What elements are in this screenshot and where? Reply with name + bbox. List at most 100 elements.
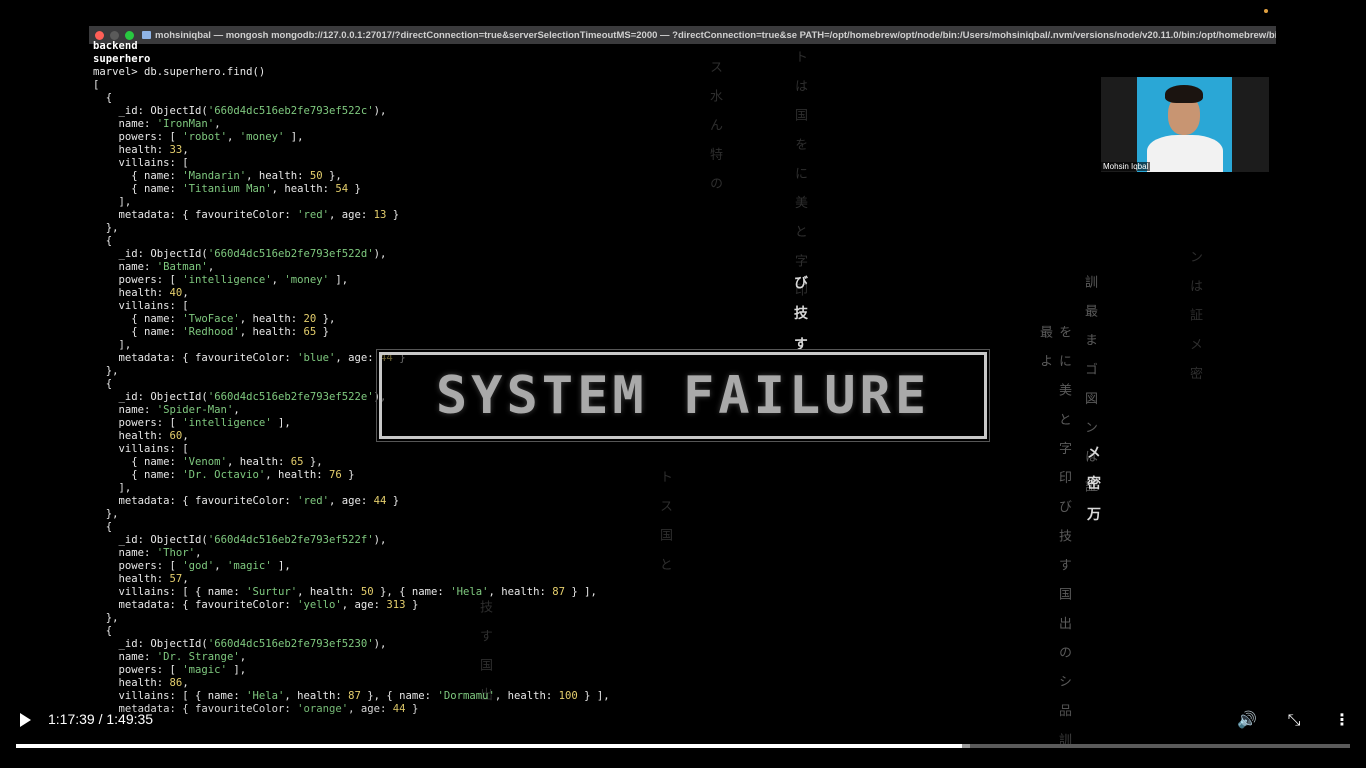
terminal-token: 76 (329, 469, 342, 481)
terminal-token: , (182, 287, 189, 299)
terminal-token: powers: [ (93, 274, 183, 286)
exit-fullscreen-icon[interactable]: ⤡ (1285, 711, 1303, 729)
terminal-token: 'IronMan' (156, 118, 215, 130)
terminal-token: name: (93, 118, 157, 130)
terminal-token: { (93, 378, 113, 390)
terminal-token: ], (271, 417, 291, 429)
terminal-token: , (182, 677, 189, 689)
terminal-token: { (93, 521, 113, 533)
terminal-token: 'god' (182, 560, 215, 572)
terminal-token: 54 (335, 183, 349, 195)
terminal-token: }, (303, 456, 323, 468)
terminal-token: , age: (335, 352, 381, 364)
terminal-token: , age: (341, 599, 387, 611)
terminal-line: health: 86, (93, 677, 610, 690)
terminal-token: metadata: { favouriteColor: (93, 209, 298, 221)
progress-bar[interactable] (16, 744, 1350, 748)
terminal-token: _id: ObjectId( (93, 638, 208, 650)
terminal-token: ], (93, 482, 132, 494)
terminal-token: 'money' (239, 131, 285, 143)
terminal-token: 86 (169, 677, 183, 689)
volume-icon[interactable]: 🔊 (1237, 711, 1257, 729)
close-window-button[interactable] (95, 30, 104, 40)
terminal-line: }, (93, 612, 610, 625)
terminal-token: 50 (360, 586, 374, 598)
system-failure-text: SYSTEM FAILURE (435, 365, 931, 426)
terminal-token: 'blue' (297, 352, 336, 364)
matrix-column: ン は 証 メ 密 (1187, 250, 1202, 386)
terminal-token: , (226, 131, 240, 143)
terminal-line: villains: [ (93, 300, 610, 313)
terminal-token: 'Venom' (182, 456, 227, 468)
terminal-title: mohsiniqbal — mongosh mongodb://127.0.0.… (155, 29, 1276, 41)
terminal-token: ), (373, 248, 387, 260)
terminal-token: metadata: { favouriteColor: (93, 495, 298, 507)
terminal-token: , age: (329, 495, 374, 507)
terminal-token: } (316, 326, 330, 338)
terminal-line: _id: ObjectId('660d4dc516eb2fe793ef5230'… (93, 638, 610, 651)
more-options-icon[interactable]: ⋮ (1333, 711, 1351, 729)
terminal-line: { name: 'Venom', health: 65 }, (93, 456, 610, 469)
terminal-token: 'Titanium Man' (182, 183, 272, 195)
terminal-token: , health: (246, 170, 310, 182)
terminal-token: 'Redhood' (182, 326, 240, 338)
terminal-token: 'intelligence' (182, 417, 272, 429)
terminal-token: '660d4dc516eb2fe793ef522c' (207, 105, 374, 117)
terminal-token: ), (373, 638, 387, 650)
terminal-line: health: 40, (93, 287, 610, 300)
terminal-line: }, (93, 222, 610, 235)
terminal-line: name: 'Batman', (93, 261, 610, 274)
terminal-token: 50 (309, 170, 323, 182)
terminal-token: powers: [ (93, 664, 183, 676)
terminal-line: { (93, 92, 610, 105)
terminal-token: 'Batman' (156, 261, 208, 273)
terminal-token: _id: ObjectId( (93, 105, 208, 117)
terminal-token: 13 (373, 209, 387, 221)
minimize-window-button[interactable] (110, 30, 119, 40)
matrix-column: ス 水 ん 特 の (707, 60, 722, 196)
terminal-token: villains: [ (93, 443, 189, 455)
terminal-token: 'yello' (297, 599, 342, 611)
terminal-token: ), (373, 534, 387, 546)
terminal-token: 'robot' (182, 131, 227, 143)
terminal-token: 'TwoFace' (182, 313, 240, 325)
terminal-token: villains: [ (93, 300, 189, 312)
terminal-token: 313 (386, 599, 406, 611)
terminal-token: { (93, 625, 113, 637)
terminal-token: , health: (265, 469, 329, 481)
presenter-hair (1165, 85, 1203, 103)
terminal-token: { name: (93, 326, 183, 338)
terminal-token: ], (93, 339, 132, 351)
terminal-token: 'Mandarin' (182, 170, 247, 182)
matrix-column: ト ス 国 と (657, 470, 672, 577)
terminal-line: name: 'IronMan', (93, 118, 610, 131)
terminal-token: health: (93, 430, 170, 442)
maximize-window-button[interactable] (125, 30, 134, 40)
terminal-token: ), (373, 105, 387, 117)
webcam-overlay: Mohsin Iqbal (1101, 77, 1269, 172)
terminal-line: ], (93, 339, 610, 352)
terminal-line: villains: [ (93, 443, 610, 456)
terminal-line: backend (93, 40, 610, 53)
terminal-token: 'magic' (226, 560, 272, 572)
play-button[interactable] (18, 712, 34, 728)
terminal-token: name: (93, 261, 157, 273)
terminal-token: 20 (303, 313, 317, 325)
terminal-token: backend (93, 40, 138, 52)
terminal-token: metadata: { favouriteColor: (93, 352, 298, 364)
terminal-token: 57 (169, 573, 183, 585)
player-controls (0, 700, 1366, 768)
terminal-token: 'magic' (182, 664, 227, 676)
terminal-token: 60 (169, 430, 183, 442)
terminal-token: 'Hela' (450, 586, 489, 598)
terminal-line: { (93, 625, 610, 638)
terminal-line: metadata: { favouriteColor: 'red', age: … (93, 209, 610, 222)
terminal-token: _id: ObjectId( (93, 534, 208, 546)
terminal-token: }, (93, 365, 119, 377)
terminal-line: }, (93, 508, 610, 521)
terminal-token: '660d4dc516eb2fe793ef522e' (207, 391, 374, 403)
terminal-token: }, (93, 612, 119, 624)
terminal-token: name: (93, 547, 157, 559)
terminal-token: 'Spider-Man' (156, 404, 234, 416)
terminal-token: , (207, 261, 215, 273)
